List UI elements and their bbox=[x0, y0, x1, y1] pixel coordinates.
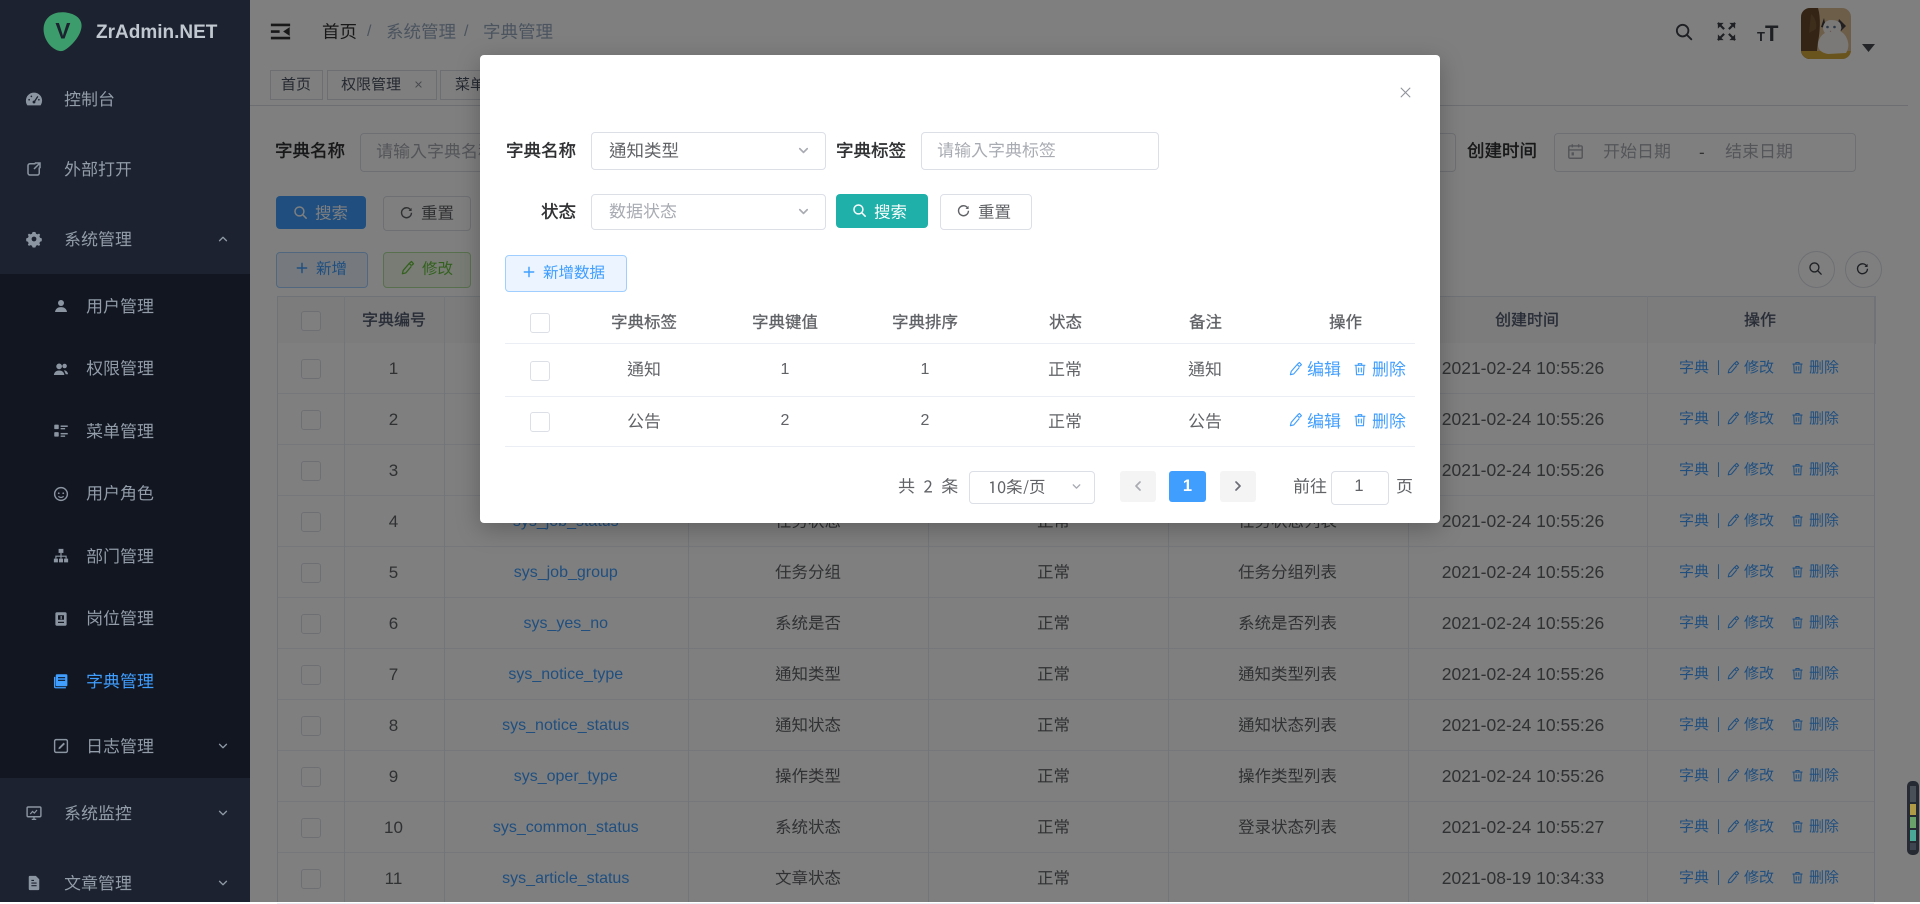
svg-text:V: V bbox=[55, 19, 70, 44]
